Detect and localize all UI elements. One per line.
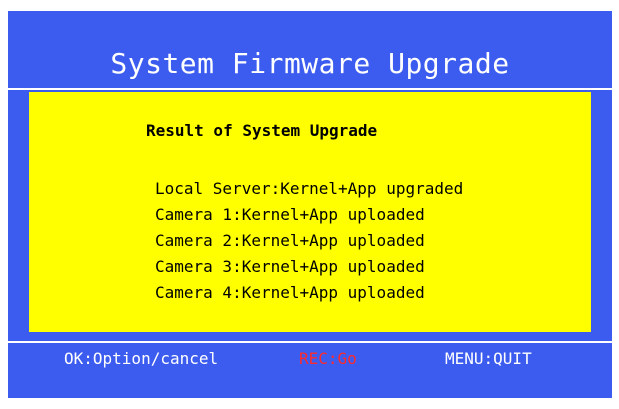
screen-title: System Firmware Upgrade [110, 47, 510, 80]
menu-quit-hint[interactable]: MENU:QUIT [445, 349, 532, 369]
key-hint-bar: OK:Option/cancel REC:Go MENU:QUIT [8, 349, 612, 369]
rec-go-hint[interactable]: REC:Go [299, 349, 357, 369]
title-divider [8, 88, 612, 90]
result-item-camera-3: Camera 3:Kernel+App uploaded [155, 257, 425, 276]
result-item-camera-4: Camera 4:Kernel+App uploaded [155, 283, 425, 302]
result-item-camera-2: Camera 2:Kernel+App uploaded [155, 231, 425, 250]
upgrade-result-panel: Result of System Upgrade Local Server:Ke… [29, 92, 591, 332]
ok-option-cancel-hint[interactable]: OK:Option/cancel [64, 349, 218, 369]
result-list: Local Server:Kernel+App upgraded Camera … [155, 176, 463, 306]
result-item-camera-1: Camera 1:Kernel+App uploaded [155, 205, 425, 224]
result-heading: Result of System Upgrade [146, 121, 378, 140]
result-item-local-server: Local Server:Kernel+App upgraded [155, 179, 464, 198]
firmware-upgrade-screen: System Firmware Upgrade Result of System… [8, 11, 612, 398]
footer-divider [8, 341, 612, 343]
